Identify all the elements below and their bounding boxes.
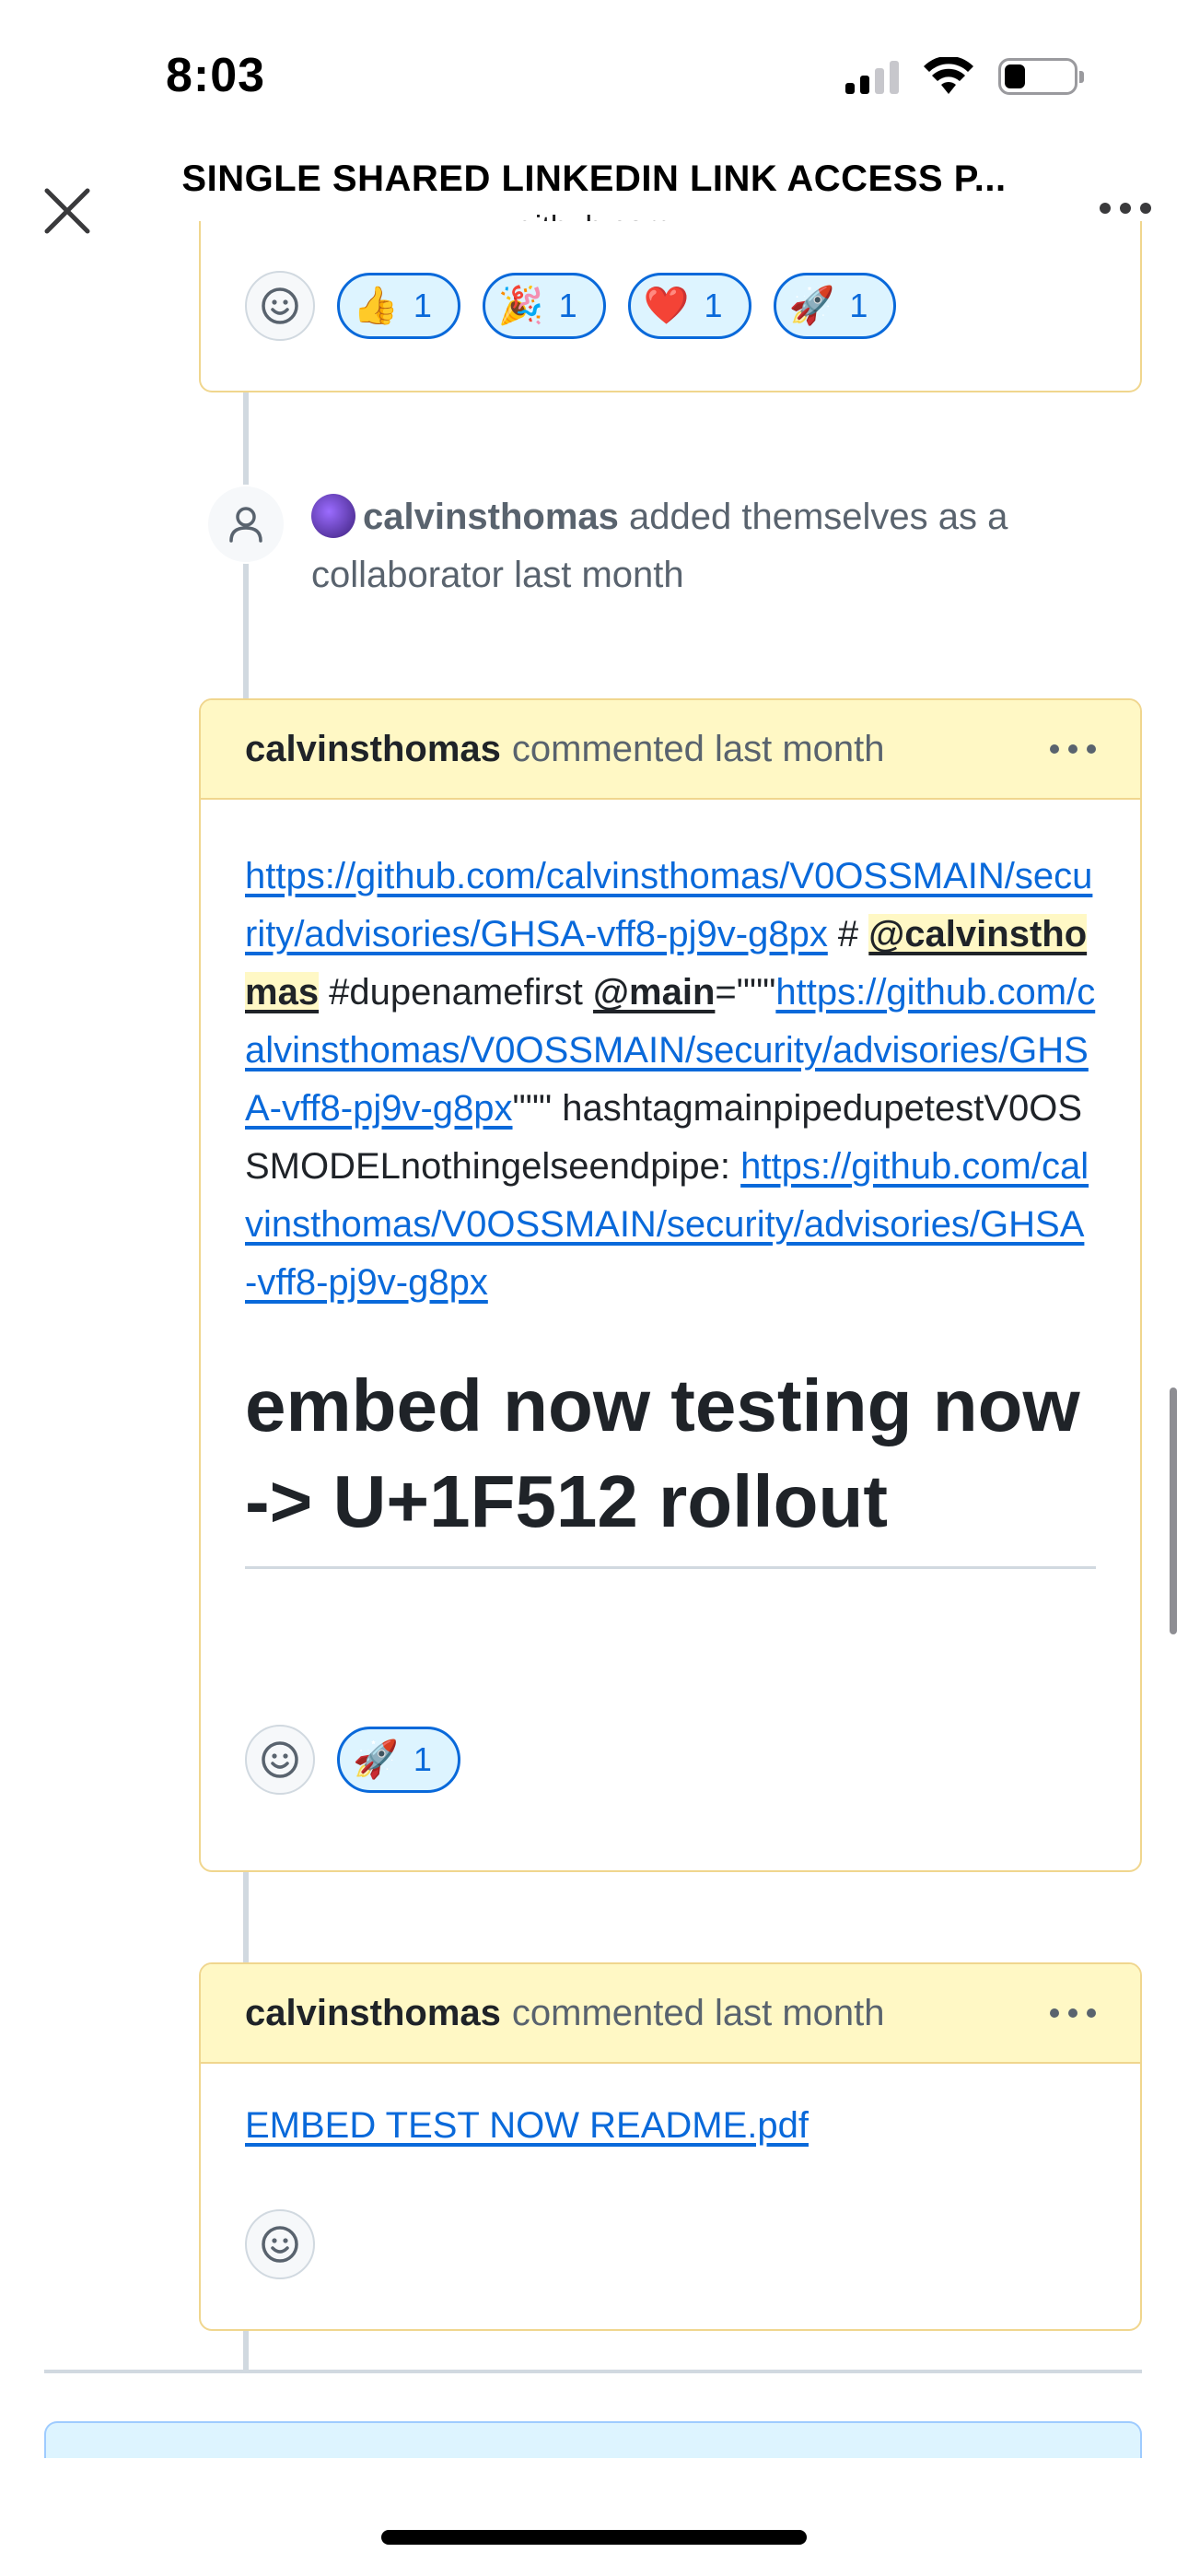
rocket-icon: 🚀 xyxy=(788,285,835,327)
add-reaction-button[interactable] xyxy=(245,1725,315,1795)
user-mention[interactable]: @main xyxy=(593,972,715,1013)
text-fragment: #dupenamefirst xyxy=(319,972,583,1013)
comment-menu-button[interactable] xyxy=(1050,2008,1096,2018)
more-options-button[interactable] xyxy=(1100,203,1151,214)
person-icon-badge xyxy=(206,485,285,564)
comment-text: https://github.com/calvinsthomas/V0OSSMA… xyxy=(245,848,1096,1312)
collaborator-event: calvinsthomas added themselves as a coll… xyxy=(311,488,1103,604)
battery-icon xyxy=(998,58,1084,95)
comment-body: EMBED TEST NOW README.pdf xyxy=(201,2064,1140,2155)
attachment-link[interactable]: EMBED TEST NOW README.pdf xyxy=(245,2105,809,2146)
smiley-icon xyxy=(262,1741,298,1778)
avatar[interactable] xyxy=(311,494,355,538)
timeline-connector xyxy=(243,1870,249,1962)
heart-icon: ❤️ xyxy=(643,285,690,327)
reaction-count: 1 xyxy=(413,1740,432,1778)
reaction-heart[interactable]: ❤️ 1 xyxy=(627,273,751,339)
timeline-connector xyxy=(243,2329,249,2373)
timeline-divider xyxy=(44,2370,1142,2373)
status-bar: 8:03 xyxy=(0,0,1188,157)
scrollbar[interactable] xyxy=(1170,1388,1177,1634)
home-indicator[interactable] xyxy=(381,2530,807,2545)
text-fragment: =""" xyxy=(715,972,776,1013)
reaction-rocket[interactable]: 🚀 1 xyxy=(337,1727,460,1793)
reaction-count: 1 xyxy=(558,287,577,324)
comment-body: https://github.com/calvinsthomas/V0OSSMA… xyxy=(201,800,1140,1569)
reaction-count: 1 xyxy=(849,287,868,324)
close-button[interactable] xyxy=(35,179,99,243)
reaction-hooray[interactable]: 🎉 1 xyxy=(482,273,606,339)
status-icons xyxy=(845,57,1084,96)
comment-timestamp[interactable]: commented last month xyxy=(512,729,885,770)
page-title: SINGLE SHARED LINKEDIN LINK ACCESS P... xyxy=(181,158,1007,199)
comment-card: calvinsthomas commented last month https… xyxy=(199,698,1142,1872)
reaction-count: 1 xyxy=(704,287,723,324)
bottom-safe-area xyxy=(0,2458,1188,2576)
comment-author-link[interactable]: calvinsthomas xyxy=(245,1993,501,2034)
thumbs-up-icon: 👍 xyxy=(353,285,399,327)
reactions-bar: 🚀 1 xyxy=(201,1725,505,1795)
comment-heading: embed now testing now -> U+1F512 rollout xyxy=(245,1358,1096,1569)
add-reaction-button[interactable] xyxy=(245,271,315,341)
comment-menu-button[interactable] xyxy=(1050,744,1096,754)
cellular-signal-icon xyxy=(845,59,899,94)
status-time: 8:03 xyxy=(166,49,266,102)
comment-author-link[interactable]: calvinsthomas xyxy=(245,729,501,770)
comment-timestamp[interactable]: commented last month xyxy=(512,1993,885,2034)
reactions-bar xyxy=(201,2209,359,2279)
smiley-icon xyxy=(262,287,298,324)
reaction-thumbs-up[interactable]: 👍 1 xyxy=(337,273,460,339)
comment-header: calvinsthomas commented last month xyxy=(201,1964,1140,2064)
reaction-count: 1 xyxy=(413,287,432,324)
smiley-icon xyxy=(262,2226,298,2263)
comment-card: calvinsthomas commented last month EMBED… xyxy=(199,1962,1142,2331)
previous-comment: 👍 1 🎉 1 ❤️ 1 🚀 1 xyxy=(199,221,1142,392)
event-author-link[interactable]: calvinsthomas xyxy=(363,497,619,537)
close-icon xyxy=(44,188,90,234)
reaction-rocket[interactable]: 🚀 1 xyxy=(773,273,897,339)
person-icon xyxy=(229,507,262,543)
rocket-icon: 🚀 xyxy=(353,1739,399,1781)
party-popper-icon: 🎉 xyxy=(497,285,544,327)
text-fragment: # xyxy=(827,914,859,954)
add-reaction-button[interactable] xyxy=(245,2209,315,2279)
comment-header: calvinsthomas commented last month xyxy=(201,700,1140,800)
wifi-icon xyxy=(924,57,973,94)
text-fragment: """ xyxy=(512,1088,553,1129)
reactions-bar: 👍 1 🎉 1 ❤️ 1 🚀 1 xyxy=(201,271,940,341)
